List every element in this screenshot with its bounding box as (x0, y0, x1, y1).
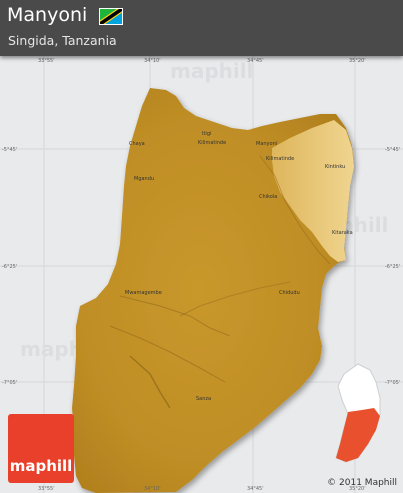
left-tick: -5°45' (2, 147, 17, 153)
bottom-tick: 34°10' (144, 486, 161, 492)
top-tick: 34°45' (247, 58, 264, 64)
place-label-kintinku: Kintinku (325, 164, 345, 170)
top-tick: 33°55' (38, 58, 55, 64)
header-bar: Manyoni Singida, Tanzania (0, 0, 403, 56)
place-label-kilimatinde: Kilimatinde (198, 140, 226, 146)
map-frame: Manyoni Singida, Tanzania maphill maphil… (0, 0, 403, 493)
right-tick: -7°05' (385, 380, 400, 386)
page-title: Manyoni (7, 4, 88, 26)
bottom-tick: 33°55' (38, 486, 55, 492)
locator-highlight-shape (336, 408, 380, 462)
tanzania-flag-icon (99, 8, 123, 25)
place-label-sanza: Sanza (196, 396, 211, 402)
place-label-mwamagembe: Mwamagembe (125, 290, 162, 296)
left-tick: -6°25' (2, 264, 17, 270)
copyright-notice: © 2011 Maphill (327, 478, 397, 488)
place-label-chaya: Chaya (129, 141, 145, 147)
place-label-itigi: Itigi (202, 131, 211, 137)
place-label-kilimatinde-2: Kilimatinde (266, 156, 294, 162)
right-tick: -6°25' (385, 264, 400, 270)
watermark-text: maphill (170, 59, 253, 83)
bottom-tick: 34°45' (247, 486, 264, 492)
place-label-kitaraka: Kitaraka (332, 230, 353, 236)
place-label-manyoni: Manyoni (256, 141, 277, 147)
left-tick: -7°05' (2, 380, 17, 386)
place-label-chidudu: Chidudu (279, 290, 300, 296)
maphill-logo-text: maphill (9, 457, 73, 475)
top-tick: 35°20' (349, 58, 366, 64)
top-tick: 34°10' (144, 58, 161, 64)
maphill-logo[interactable]: maphill (8, 414, 74, 483)
place-label-mgandu: Mgandu (134, 176, 154, 182)
right-tick: -5°45' (385, 147, 400, 153)
locator-inset (335, 363, 381, 463)
place-label-chikola: Chikola (259, 194, 277, 200)
page-subtitle: Singida, Tanzania (8, 33, 117, 48)
